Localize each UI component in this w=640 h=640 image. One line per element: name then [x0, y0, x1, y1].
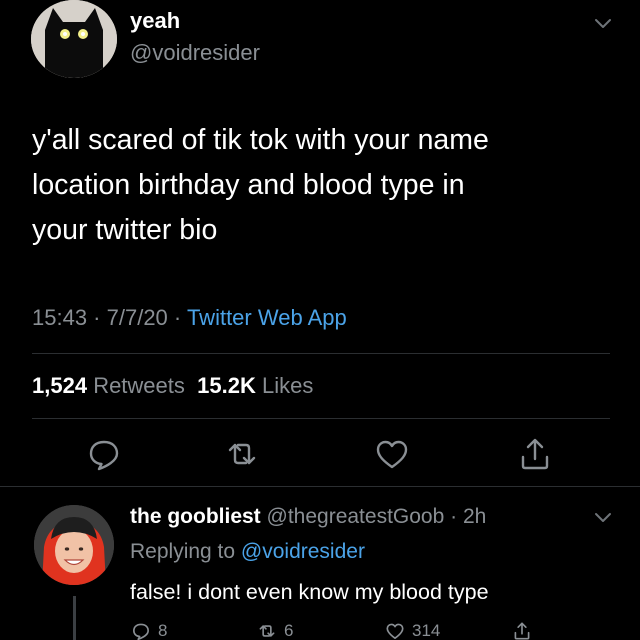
retweets-count: 1,524	[32, 373, 88, 398]
reply-like-count: 314	[412, 621, 441, 640]
retweets-label: Retweets	[93, 373, 185, 398]
author-display-name[interactable]: yeah	[130, 8, 180, 34]
meta-separator: ·	[444, 505, 463, 528]
reply-comment-count: 8	[158, 621, 168, 640]
divider	[32, 418, 610, 419]
retweet-icon[interactable]	[222, 434, 262, 474]
replying-prefix: Replying to	[130, 540, 241, 563]
replying-mention[interactable]: @voidresider	[241, 540, 365, 563]
chevron-down-icon[interactable]	[592, 12, 614, 34]
tweet-stats: 1,524 Retweets 15.2K Likes	[32, 371, 313, 401]
heart-icon[interactable]	[372, 434, 412, 474]
reply-author-avatar[interactable]	[34, 505, 114, 585]
share-icon	[514, 622, 530, 640]
author-avatar[interactable]	[31, 0, 117, 78]
reply-share-action[interactable]	[511, 618, 539, 640]
chevron-down-icon[interactable]	[592, 506, 614, 528]
thread-line	[73, 596, 76, 640]
reply-retweet-action[interactable]: 6	[256, 618, 293, 640]
reply-comment-action[interactable]: 8	[130, 618, 167, 640]
reply-age: 2h	[462, 505, 487, 528]
meta-separator: ·	[167, 305, 187, 330]
reply-author-handle[interactable]: @thegreatestGoob	[267, 505, 445, 528]
reply-retweet-count: 6	[284, 621, 294, 640]
likes-stat[interactable]: 15.2K Likes	[197, 373, 313, 398]
author-handle[interactable]: @voidresider	[130, 40, 260, 66]
divider	[0, 486, 640, 487]
tweet-metadata: 15:43 · 7/7/20 · Twitter Web App	[32, 303, 347, 333]
likes-label: Likes	[261, 373, 314, 398]
tweet-detail-screen: yeah @voidresider y'all scared of tik to…	[0, 0, 640, 640]
meta-separator: ·	[87, 305, 107, 330]
likes-count: 15.2K	[197, 373, 256, 398]
reply-text: false! i dont even know my blood type	[130, 580, 489, 604]
reply-author-name[interactable]: the goobliest	[130, 505, 261, 528]
tweet-source-link[interactable]: Twitter Web App	[187, 305, 347, 330]
reply-like-action[interactable]: 314	[384, 618, 440, 640]
replying-to: Replying to @voidresider	[130, 538, 365, 566]
retweets-stat[interactable]: 1,524 Retweets	[32, 373, 185, 398]
comment-icon[interactable]	[84, 434, 124, 474]
tweet-time: 15:43	[32, 305, 88, 330]
reply-header: the goobliest @thegreatestGoob · 2h	[130, 503, 486, 531]
tweet-date: 7/7/20	[106, 305, 168, 330]
retweet-icon	[259, 625, 275, 637]
tweet-text: y'all scared of tik tok with your name l…	[32, 124, 489, 246]
share-icon[interactable]	[515, 434, 555, 474]
divider	[32, 353, 610, 354]
comment-icon	[133, 623, 149, 640]
heart-icon	[386, 623, 404, 639]
